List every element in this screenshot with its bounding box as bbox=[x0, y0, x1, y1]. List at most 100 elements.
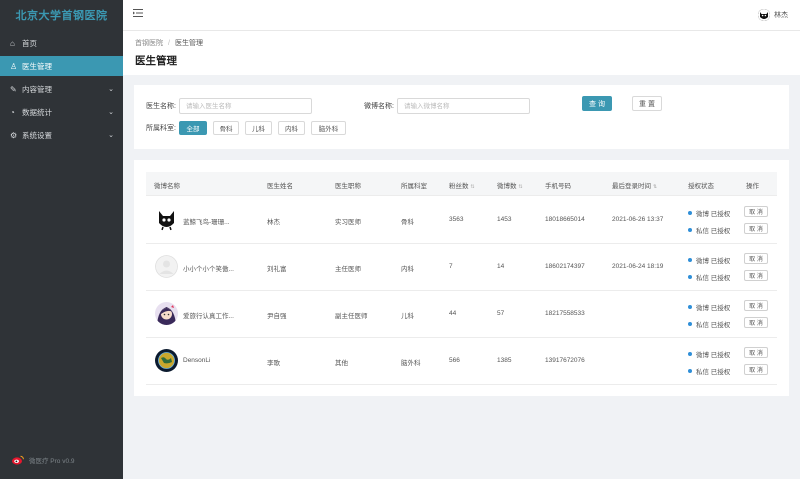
sort-icon: ⇅ bbox=[653, 184, 658, 190]
cancel-weibo-auth-button[interactable]: 取 消 bbox=[744, 253, 768, 264]
doctor-title: 主任医师 bbox=[335, 266, 361, 273]
dept-tag-orthopedics[interactable]: 骨科 bbox=[213, 121, 239, 135]
sidebar-item-content[interactable]: ✎ 内容管理 ⌄ bbox=[0, 79, 123, 99]
auth-label: 微博 已授权 bbox=[696, 211, 731, 218]
breadcrumb-current: 医生管理 bbox=[174, 40, 203, 47]
column-header: 操作 bbox=[746, 183, 759, 190]
table-row: 蓝鲸飞鸟-珊珊... 林杰 实习医师 骨科 3563 1453 18018665… bbox=[146, 197, 777, 244]
sidebar: 北京大学首钢医院 ⌂ 首页 ♙ 医生管理 ✎ 内容管理 ⌄ ◔ 数据统计 ⌄ ⚙… bbox=[0, 0, 123, 479]
dept-tag-neurosurgery[interactable]: 脑外科 bbox=[311, 121, 346, 135]
weibo-auth-status: 微博 已授权 bbox=[688, 208, 730, 218]
user-name: 林杰 bbox=[774, 12, 788, 19]
doctor-name-input[interactable] bbox=[179, 98, 312, 114]
sidebar-item-statistics[interactable]: ◔ 数据统计 ⌄ bbox=[0, 102, 123, 122]
breadcrumb-home[interactable]: 首钢医院 bbox=[135, 40, 163, 47]
cancel-message-auth-button[interactable]: 取 消 bbox=[744, 270, 768, 281]
column-header-posts[interactable]: 微博数 ⇅ bbox=[497, 180, 523, 190]
filter-panel: 医生名称: 微博名称: 查 询 重 置 所属科室: 全部 骨科 儿科 内科 脑外… bbox=[134, 85, 789, 149]
message-auth-status: 私信 已授权 bbox=[688, 366, 730, 376]
department-label: 所属科室: bbox=[146, 125, 176, 132]
cancel-message-auth-button[interactable]: 取 消 bbox=[744, 317, 768, 328]
breadcrumb: 首钢医院 / 医生管理 bbox=[135, 38, 203, 48]
weibo-name: 爱旅行认真工作... bbox=[183, 313, 234, 320]
column-header-fans[interactable]: 粉丝数 ⇅ bbox=[449, 180, 475, 190]
status-dot bbox=[688, 352, 692, 356]
cancel-message-auth-button[interactable]: 取 消 bbox=[744, 223, 768, 234]
brand-title: 北京大学首钢医院 bbox=[15, 10, 108, 22]
dept-tag-pediatrics[interactable]: 儿科 bbox=[245, 121, 272, 135]
chevron-down-icon: ⌄ bbox=[108, 132, 114, 139]
column-header-label: 最后登录时间 bbox=[612, 183, 651, 190]
doctor-name: 尹自强 bbox=[267, 313, 287, 320]
cancel-message-auth-button[interactable]: 取 消 bbox=[744, 364, 768, 375]
auth-label: 微博 已授权 bbox=[696, 352, 731, 359]
weibo-name: 小小个小个笑傲... bbox=[183, 266, 234, 273]
doctor-name-label: 医生名称: bbox=[146, 103, 176, 110]
top-header: 林杰 bbox=[123, 0, 800, 31]
version-label: 微医疗 Pro v0.9 bbox=[29, 458, 75, 465]
cancel-weibo-auth-button[interactable]: 取 消 bbox=[744, 206, 768, 217]
dept-tag-all[interactable]: 全部 bbox=[179, 121, 207, 135]
post-count: 14 bbox=[497, 263, 505, 270]
phone-number: 18018665014 bbox=[545, 216, 585, 223]
sidebar-item-home[interactable]: ⌂ 首页 bbox=[0, 33, 123, 53]
chevron-down-icon: ⌄ bbox=[108, 86, 114, 93]
sidebar-item-label: 数据统计 bbox=[22, 107, 52, 117]
status-dot bbox=[688, 258, 692, 262]
dept-tag-internal[interactable]: 内科 bbox=[278, 121, 305, 135]
weibo-name: DensonLi bbox=[183, 357, 211, 364]
weibo-auth-status: 微博 已授权 bbox=[688, 349, 730, 359]
table-row: DensonLi 李歌 其他 脑外科 566 1385 13917672076 … bbox=[146, 338, 777, 385]
weibo-auth-status: 微博 已授权 bbox=[688, 255, 730, 265]
department: 儿科 bbox=[401, 313, 414, 320]
edit-icon: ✎ bbox=[10, 84, 17, 94]
department: 内科 bbox=[401, 266, 414, 273]
globe-avatar bbox=[155, 349, 178, 372]
column-header: 手机号码 bbox=[545, 183, 571, 190]
sidebar-item-doctors[interactable]: ♙ 医生管理 bbox=[0, 56, 123, 76]
column-header: 医生姓名 bbox=[267, 183, 293, 190]
column-header-last-login[interactable]: 最后登录时间 ⇅ bbox=[612, 180, 657, 190]
weibo-name-label: 微博名称: bbox=[364, 103, 394, 110]
auth-label: 私信 已授权 bbox=[696, 322, 731, 329]
auth-label: 私信 已授权 bbox=[696, 275, 731, 282]
sort-icon: ⇅ bbox=[518, 184, 523, 190]
pie-chart-icon: ◔ bbox=[10, 107, 15, 117]
weibo-name: 蓝鲸飞鸟-珊珊... bbox=[183, 219, 230, 226]
auth-label: 微博 已授权 bbox=[696, 258, 731, 265]
weibo-name-input[interactable] bbox=[397, 98, 530, 114]
column-header: 授权状态 bbox=[688, 183, 714, 190]
column-header: 所属科室 bbox=[401, 183, 427, 190]
auth-label: 微博 已授权 bbox=[696, 305, 731, 312]
message-auth-status: 私信 已授权 bbox=[688, 319, 730, 329]
column-header: 微博名称 bbox=[154, 183, 180, 190]
sidebar-item-label: 医生管理 bbox=[22, 61, 52, 71]
fans-count: 44 bbox=[449, 310, 457, 317]
last-login-time: 2021-06-24 18:19 bbox=[612, 263, 664, 270]
query-button[interactable]: 查 询 bbox=[582, 96, 612, 111]
default-avatar bbox=[155, 255, 178, 278]
status-dot bbox=[688, 322, 692, 326]
sidebar-item-label: 内容管理 bbox=[22, 84, 52, 94]
status-dot bbox=[688, 228, 692, 232]
cancel-weibo-auth-button[interactable]: 取 消 bbox=[744, 300, 768, 311]
department: 脑外科 bbox=[401, 360, 421, 367]
menu-fold-icon[interactable] bbox=[133, 9, 143, 17]
sidebar-item-settings[interactable]: ⚙ 系统设置 ⌄ bbox=[0, 125, 123, 145]
column-header-label: 微博数 bbox=[497, 183, 517, 190]
doctor-name: 刘礼富 bbox=[267, 266, 287, 273]
page-header: 首钢医院 / 医生管理 医生管理 bbox=[123, 31, 800, 75]
auth-label: 私信 已授权 bbox=[696, 369, 731, 376]
fans-count: 3563 bbox=[449, 216, 464, 223]
black-cat-avatar bbox=[155, 208, 178, 231]
reset-button[interactable]: 重 置 bbox=[632, 96, 662, 111]
doctor-table: 微博名称 医生姓名 医生职称 所属科室 粉丝数 ⇅ 微博数 ⇅ 手机号码 最后登录时… bbox=[134, 160, 789, 396]
breadcrumb-separator: / bbox=[168, 40, 170, 47]
table-header: 微博名称 医生姓名 医生职称 所属科室 粉丝数 ⇅ 微博数 ⇅ 手机号码 最后登录时… bbox=[146, 172, 777, 196]
message-auth-status: 私信 已授权 bbox=[688, 272, 730, 282]
cancel-weibo-auth-button[interactable]: 取 消 bbox=[744, 347, 768, 358]
last-login-time: 2021-06-26 13:37 bbox=[612, 216, 664, 223]
user-menu[interactable]: 林杰 bbox=[758, 9, 788, 21]
table-row: 小小个小个笑傲... 刘礼富 主任医师 内科 7 14 18602174397 … bbox=[146, 244, 777, 291]
message-auth-status: 私信 已授权 bbox=[688, 225, 730, 235]
